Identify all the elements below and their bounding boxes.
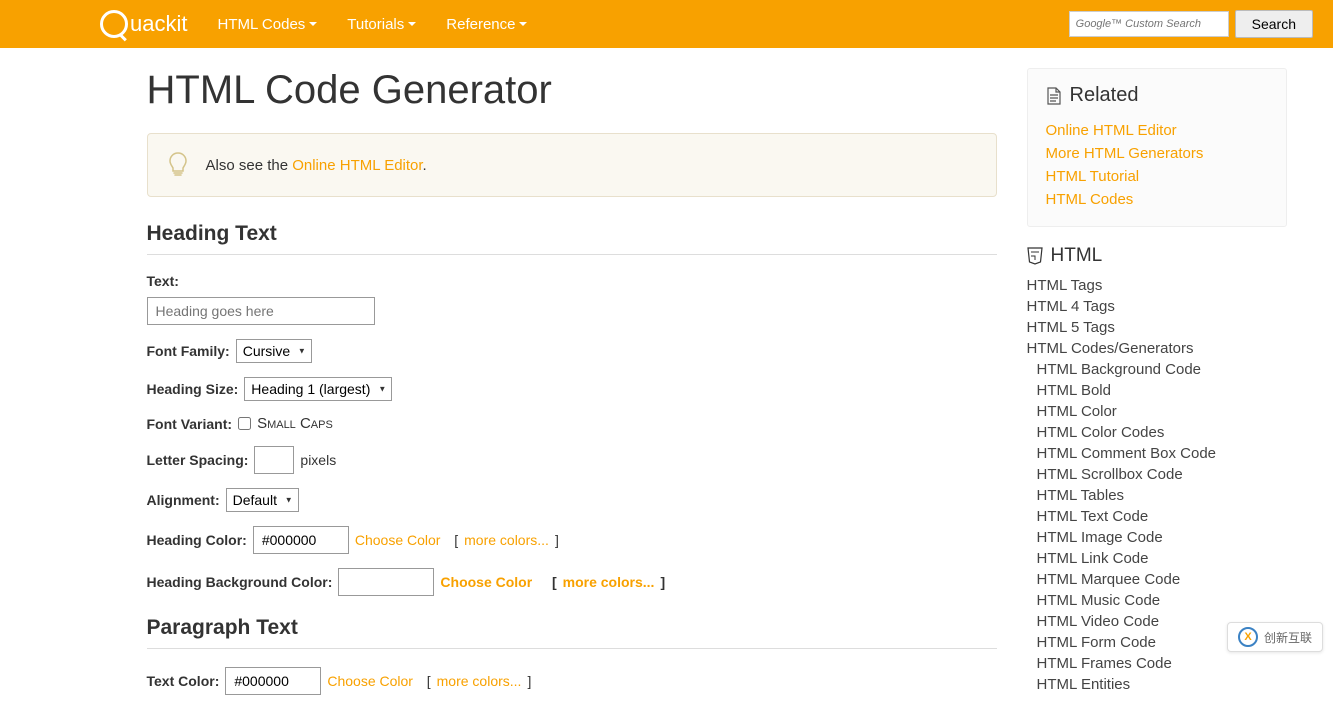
letter-spacing-label: Letter Spacing: [147, 452, 249, 468]
sidebar-link[interactable]: HTML Form Code [1037, 634, 1156, 651]
logo-text: uackit [130, 11, 187, 37]
sidebar-link[interactable]: HTML Comment Box Code [1037, 445, 1217, 462]
font-variant-label: Font Variant: [147, 416, 233, 432]
sidebar-link[interactable]: HTML Tags [1027, 277, 1103, 294]
section-paragraph-text: Paragraph Text [147, 616, 997, 649]
font-family-label: Font Family: [147, 343, 230, 359]
footer-badge[interactable]: X 创新互联 [1227, 622, 1323, 652]
chevron-down-icon [408, 22, 416, 26]
sidebar-link[interactable]: HTML Color Codes [1037, 424, 1165, 441]
sidebar-link[interactable]: HTML 5 Tags [1027, 319, 1115, 336]
text-color-input[interactable] [225, 667, 321, 695]
badge-text: 创新互联 [1264, 629, 1312, 646]
header: uackit HTML Codes Tutorials Reference Se… [0, 0, 1333, 48]
nav-html-codes[interactable]: HTML Codes [217, 16, 317, 33]
heading-color-input[interactable] [253, 526, 349, 554]
nav-tutorials[interactable]: Tutorials [347, 16, 416, 33]
more-colors-link[interactable]: more colors... [464, 532, 549, 548]
alignment-label: Alignment: [147, 492, 220, 508]
html5-icon [1027, 247, 1043, 265]
related-title: Related [1046, 84, 1268, 107]
nav: HTML Codes Tutorials Reference [217, 16, 527, 33]
search-button[interactable]: Search [1235, 10, 1313, 38]
sidebar-link[interactable]: HTML Entities [1037, 676, 1131, 693]
logo[interactable]: uackit [100, 10, 187, 38]
heading-size-select[interactable]: Heading 1 (largest) [244, 377, 392, 401]
sidebar-link[interactable]: HTML Codes [1046, 191, 1134, 208]
related-panel: Related Online HTML Editor More HTML Gen… [1027, 68, 1287, 227]
html-section-title: HTML [1027, 245, 1287, 267]
sidebar-link[interactable]: Online HTML Editor [1046, 122, 1177, 139]
choose-bg-color-link[interactable]: Choose Color [440, 574, 532, 590]
chevron-down-icon [309, 22, 317, 26]
sidebar-link[interactable]: HTML Video Code [1037, 613, 1160, 630]
sidebar-link[interactable]: HTML Scrollbox Code [1037, 466, 1183, 483]
logo-icon [100, 10, 128, 38]
sidebar-link[interactable]: HTML Codes/Generators [1027, 340, 1194, 357]
sidebar-link[interactable]: HTML Text Code [1037, 508, 1149, 525]
more-text-colors-link[interactable]: more colors... [437, 673, 522, 689]
smallcaps-checkbox[interactable] [238, 417, 251, 430]
tip-box: Also see the Online HTML Editor. [147, 133, 997, 197]
chevron-down-icon [519, 22, 527, 26]
choose-text-color-link[interactable]: Choose Color [327, 673, 413, 689]
alignment-select[interactable]: Default [226, 488, 299, 512]
sidebar-link[interactable]: HTML Color [1037, 403, 1117, 420]
tip-text: Also see the Online HTML Editor. [206, 157, 427, 174]
sidebar-link[interactable]: HTML Tutorial [1046, 168, 1140, 185]
sidebar-link[interactable]: HTML Link Code [1037, 550, 1149, 567]
heading-size-label: Heading Size: [147, 381, 239, 397]
heading-bg-input[interactable] [338, 568, 434, 596]
heading-color-label: Heading Color: [147, 532, 247, 548]
heading-text-input[interactable] [147, 297, 375, 325]
sidebar-link[interactable]: HTML Image Code [1037, 529, 1163, 546]
more-bg-colors-link[interactable]: more colors... [563, 574, 655, 590]
related-list: Online HTML Editor More HTML Generators … [1046, 119, 1268, 211]
badge-icon: X [1238, 627, 1258, 647]
font-family-select[interactable]: Cursive [236, 339, 312, 363]
search-area: Search [1069, 10, 1313, 38]
sidebar-link[interactable]: HTML Background Code [1037, 361, 1202, 378]
text-label: Text: [147, 273, 179, 289]
letter-spacing-input[interactable] [254, 446, 294, 474]
search-input[interactable] [1069, 11, 1229, 37]
tip-link[interactable]: Online HTML Editor [292, 157, 422, 174]
sidebar-link[interactable]: HTML Music Code [1037, 592, 1161, 609]
lightbulb-icon [168, 152, 188, 178]
smallcaps-label: Small Caps [257, 415, 333, 432]
section-heading-text: Heading Text [147, 222, 997, 255]
sidebar-link[interactable]: More HTML Generators [1046, 145, 1204, 162]
choose-color-link[interactable]: Choose Color [355, 532, 441, 548]
sidebar-link[interactable]: HTML Bold [1037, 382, 1111, 399]
main-content: HTML Code Generator Also see the Online … [47, 68, 997, 709]
nav-reference[interactable]: Reference [446, 16, 527, 33]
document-icon [1046, 87, 1062, 105]
sidebar: Related Online HTML Editor More HTML Gen… [1027, 68, 1287, 709]
sidebar-link[interactable]: HTML 4 Tags [1027, 298, 1115, 315]
heading-bg-label: Heading Background Color: [147, 574, 333, 590]
letter-spacing-unit: pixels [300, 452, 336, 468]
page-title: HTML Code Generator [147, 68, 997, 113]
sidebar-link[interactable]: HTML Frames Code [1037, 655, 1172, 672]
sidebar-link[interactable]: HTML Tables [1037, 487, 1125, 504]
text-color-label: Text Color: [147, 673, 220, 689]
sidebar-link[interactable]: HTML Marquee Code [1037, 571, 1181, 588]
